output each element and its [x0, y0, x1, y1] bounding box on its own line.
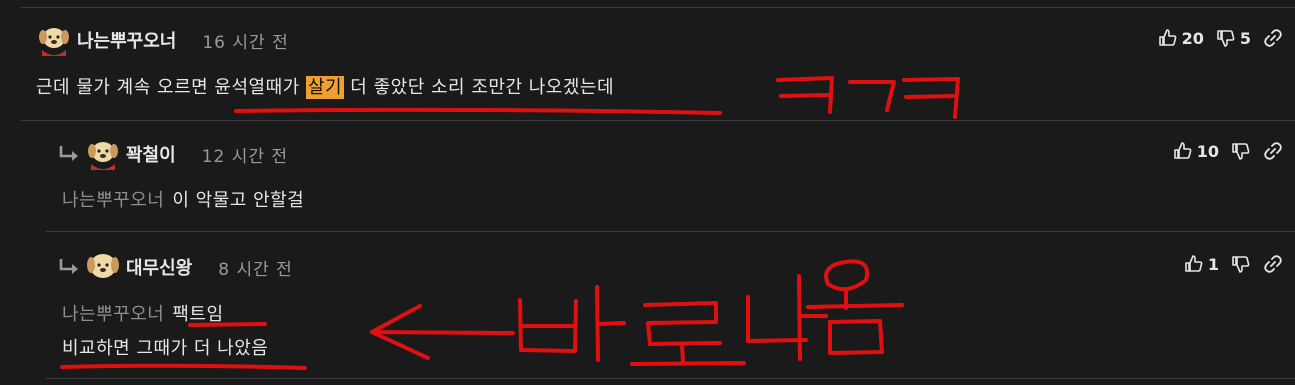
thumbs-up-icon[interactable] — [1158, 28, 1178, 48]
reply-item: 대무신왕 8 시간 전 1 나는뿌꾸오너 팩트임 비교하면 그때가 더 나았음 — [46, 233, 1295, 379]
timestamp: 16 시간 전 — [202, 32, 289, 53]
comment-text: 근데 물가 계속 오르면 윤석열때가 — [36, 77, 306, 98]
thumbs-up-icon[interactable] — [1173, 141, 1193, 161]
like-count: 1 — [1207, 254, 1219, 274]
link-icon[interactable] — [1263, 28, 1283, 48]
like-count: 20 — [1181, 28, 1204, 48]
comment-header: 대무신왕 8 시간 전 — [58, 247, 293, 287]
divider — [46, 231, 1295, 232]
thumbs-down-icon[interactable] — [1231, 254, 1251, 274]
thumbs-down-icon[interactable] — [1216, 28, 1236, 48]
comment-actions: 1 — [1184, 249, 1283, 279]
reply-arrow-icon — [59, 259, 78, 274]
comment-text: 팩트임 — [172, 304, 224, 325]
mention-tag[interactable]: 나는뿌꾸오너 — [62, 304, 164, 325]
puppy-avatar-icon[interactable] — [35, 22, 73, 58]
puppy-avatar-icon[interactable] — [84, 249, 122, 285]
reply-arrow-icon — [59, 146, 78, 161]
thumbs-down-icon[interactable] — [1231, 141, 1251, 161]
comment-text: 이 악물고 안할걸 — [172, 190, 305, 211]
divider — [46, 378, 1295, 379]
comment-header: 나는뿌꾸오너 16 시간 전 — [35, 20, 289, 60]
comment-header: 꽉철이 12 시간 전 — [58, 134, 288, 174]
reply-item: 꽉철이 12 시간 전 10 나는뿌꾸오너 이 악물고 안할걸 — [46, 122, 1295, 232]
timestamp: 8 시간 전 — [218, 259, 293, 280]
comment-body-line: 비교하면 그때가 더 나았음 — [62, 337, 268, 361]
mention-tag[interactable]: 나는뿌꾸오너 — [62, 190, 164, 211]
author-name[interactable]: 꽉철이 — [126, 141, 176, 167]
author-name[interactable]: 나는뿌꾸오너 — [77, 27, 176, 53]
like-count: 10 — [1196, 141, 1219, 161]
link-icon[interactable] — [1263, 254, 1283, 274]
comment-body: 근데 물가 계속 오르면 윤석열때가 살기 더 좋았단 소리 조만간 나오겠는데 — [36, 76, 614, 100]
highlighted-word: 살기 — [305, 76, 345, 99]
comment-text: 더 좋았단 소리 조만간 나오겠는데 — [344, 77, 615, 98]
timestamp: 12 시간 전 — [201, 146, 289, 167]
author-name[interactable]: 대무신왕 — [126, 254, 192, 280]
comment-text: 비교하면 그때가 더 나았음 — [62, 338, 269, 359]
puppy-avatar-icon[interactable] — [84, 136, 122, 172]
comment-item: 나는뿌꾸오너 16 시간 전 20 5 근데 물가 계속 오르면 윤석열때가 살… — [21, 8, 1295, 121]
link-icon[interactable] — [1263, 141, 1283, 161]
comment-actions: 10 — [1173, 136, 1283, 166]
divider — [21, 120, 1295, 121]
comment-body: 나는뿌꾸오너 팩트임 — [62, 303, 224, 327]
comment-actions: 20 5 — [1158, 23, 1283, 53]
comment-body: 나는뿌꾸오너 이 악물고 안할걸 — [62, 189, 304, 213]
thumbs-up-icon[interactable] — [1184, 254, 1204, 274]
dislike-count: 5 — [1239, 28, 1251, 48]
comment-thread: 나는뿌꾸오너 16 시간 전 20 5 근데 물가 계속 오르면 윤석열때가 살… — [0, 0, 1295, 385]
